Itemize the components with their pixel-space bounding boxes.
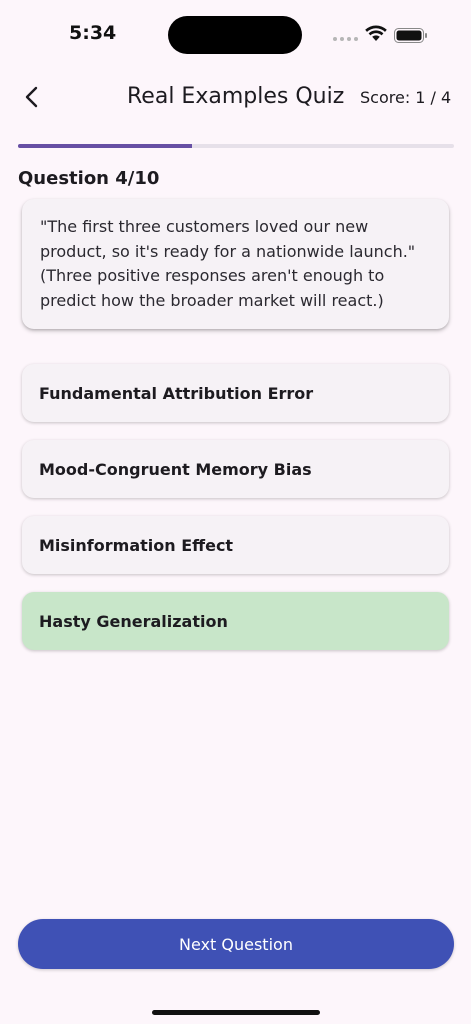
question-text: "The first three customers loved our new… [40, 217, 416, 310]
progress-bar [18, 144, 454, 148]
progress-bar-fill [18, 144, 193, 148]
answer-option-correct[interactable]: Hasty Generalization [22, 592, 449, 650]
page-title: Real Examples Quiz [127, 84, 345, 109]
status-time: 5:34 [69, 22, 117, 44]
back-button[interactable] [14, 80, 48, 114]
answer-option[interactable]: Fundamental Attribution Error [22, 364, 449, 422]
signal-dots-icon [333, 37, 358, 41]
wifi-icon [365, 25, 387, 41]
chevron-left-icon [25, 86, 38, 108]
battery-icon [394, 28, 427, 43]
question-card: "The first three customers loved our new… [22, 199, 449, 329]
status-bar: 5:34 [0, 0, 471, 70]
next-question-button[interactable]: Next Question [18, 919, 454, 969]
answer-option[interactable]: Misinformation Effect [22, 516, 449, 574]
score-label: Score: 1 / 4 [360, 88, 452, 107]
home-indicator [152, 1010, 320, 1015]
answer-option[interactable]: Mood-Congruent Memory Bias [22, 440, 449, 498]
dynamic-island [168, 16, 302, 54]
question-number: Question 4/10 [18, 168, 160, 189]
